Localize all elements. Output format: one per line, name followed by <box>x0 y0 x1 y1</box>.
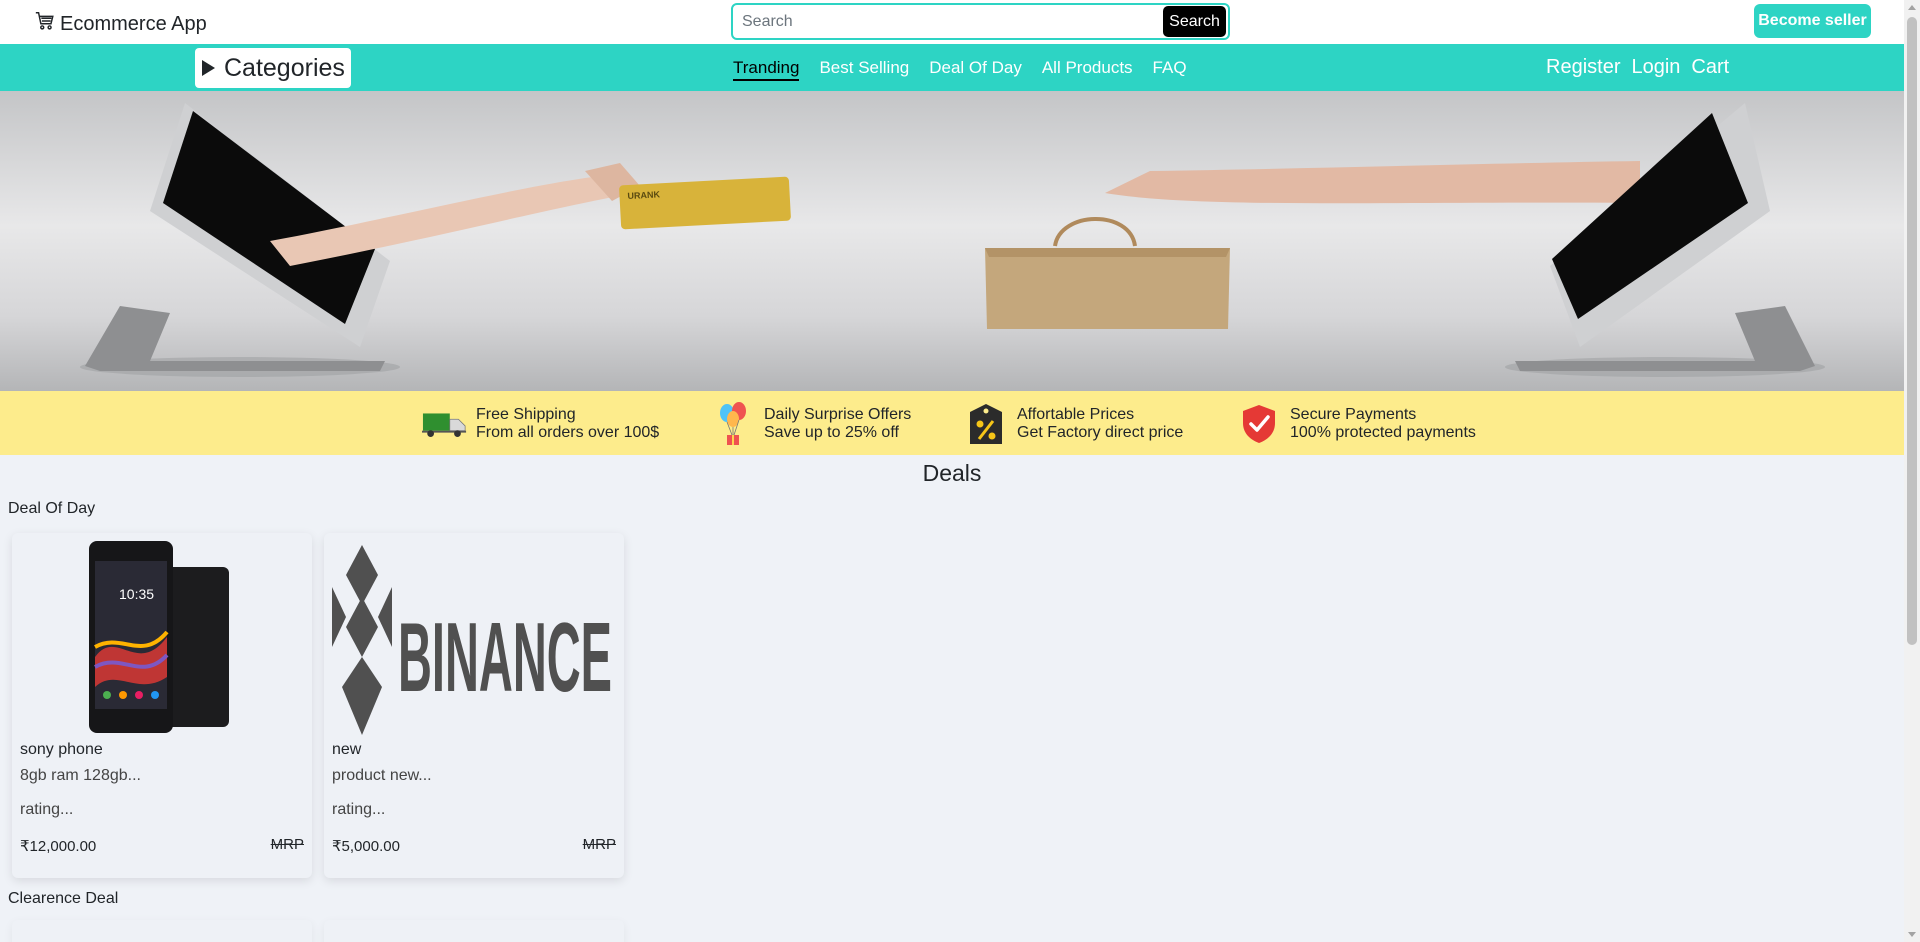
phone-image[interactable]: 10:35 <box>20 537 304 737</box>
nav-link-tranding[interactable]: Tranding <box>733 58 800 81</box>
search-button[interactable]: Search <box>1163 6 1226 37</box>
scroll-down-arrow-icon[interactable] <box>1908 932 1916 937</box>
section-deal-of-day: Deal Of Day <box>8 500 96 517</box>
account-links: Register Login Cart <box>1546 56 1729 79</box>
brand-logo[interactable]: Ecommerce App <box>34 10 207 38</box>
shield-check-icon <box>1236 401 1282 447</box>
product-card[interactable]: BINANCE new product new... rating... ₹5,… <box>324 533 624 878</box>
product-mrp: MRP <box>582 836 616 853</box>
main-nav: Categories Tranding Best Selling Deal Of… <box>0 44 1904 91</box>
product-name[interactable]: sony phone <box>20 741 103 759</box>
product-name[interactable]: new <box>332 741 361 759</box>
product-card[interactable] <box>12 920 312 942</box>
balloons-gift-icon <box>710 401 756 447</box>
feature-title: Secure Payments <box>1290 406 1417 423</box>
top-header: Ecommerce App Search Become seller <box>0 0 1904 44</box>
page-scrollbar[interactable] <box>1904 0 1920 942</box>
feature-affordable-prices: Affortable Prices Get Factory direct pric… <box>963 401 1183 447</box>
nav-links: Tranding Best Selling Deal Of Day All Pr… <box>733 58 1187 81</box>
binance-logo-text: BINANCE <box>398 602 612 712</box>
binance-logo-image[interactable]: BINANCE <box>332 537 616 737</box>
svg-text:10:35: 10:35 <box>119 586 154 602</box>
nav-link-deal-of-day[interactable]: Deal Of Day <box>929 58 1022 81</box>
feature-subtitle: Save up to 25% off <box>764 424 899 441</box>
product-description: product new... <box>332 767 432 784</box>
product-rating: rating... <box>20 801 74 818</box>
product-rating: rating... <box>332 801 386 818</box>
feature-title: Daily Surprise Offers <box>764 406 912 423</box>
play-triangle-icon <box>202 60 215 76</box>
search-input[interactable] <box>733 6 1163 37</box>
feature-secure-payments: Secure Payments 100% protected payments <box>1236 401 1476 447</box>
features-bar: Free Shipping From all orders over 100$ D… <box>0 391 1904 455</box>
categories-label: Categories <box>224 53 345 82</box>
percent-tag-icon <box>963 401 1009 447</box>
feature-title: Affortable Prices <box>1017 406 1135 423</box>
deals-heading: Deals <box>922 460 982 486</box>
feature-subtitle: Get Factory direct price <box>1017 424 1184 441</box>
hero-banner-image: URANK <box>80 103 1825 377</box>
card-brand-text: URANK <box>627 189 660 201</box>
product-mrp: MRP <box>270 836 304 853</box>
product-card[interactable] <box>324 920 624 942</box>
cart-link[interactable]: Cart <box>1691 56 1729 79</box>
feature-free-shipping: Free Shipping From all orders over 100$ <box>422 401 659 447</box>
search-bar: Search <box>731 3 1230 40</box>
categories-button[interactable]: Categories <box>195 48 351 88</box>
register-link[interactable]: Register <box>1546 56 1620 79</box>
feature-subtitle: From all orders over 100$ <box>476 424 660 441</box>
product-price: ₹12,000.00 <box>20 838 97 855</box>
truck-icon <box>422 401 468 447</box>
nav-link-best-selling[interactable]: Best Selling <box>819 58 909 81</box>
product-description: 8gb ram 128gb... <box>20 767 141 784</box>
become-seller-button[interactable]: Become seller <box>1754 4 1871 38</box>
nav-link-faq[interactable]: FAQ <box>1153 58 1187 81</box>
brand-name: Ecommerce App <box>60 12 207 35</box>
section-clearence-deal: Clearence Deal <box>8 890 119 907</box>
nav-link-all-products[interactable]: All Products <box>1042 58 1133 81</box>
login-link[interactable]: Login <box>1631 56 1680 79</box>
scrollbar-thumb[interactable] <box>1907 17 1917 645</box>
product-price: ₹5,000.00 <box>332 838 400 855</box>
cart-icon <box>34 10 56 38</box>
hero-banner: URANK <box>0 91 1904 391</box>
feature-subtitle: 100% protected payments <box>1290 424 1476 441</box>
feature-daily-offers: Daily Surprise Offers Save up to 25% off <box>710 401 911 447</box>
product-card[interactable]: 10:35 sony phone 8gb ram 128gb... rating… <box>12 533 312 878</box>
scroll-up-arrow-icon[interactable] <box>1908 5 1916 10</box>
feature-title: Free Shipping <box>476 406 576 423</box>
